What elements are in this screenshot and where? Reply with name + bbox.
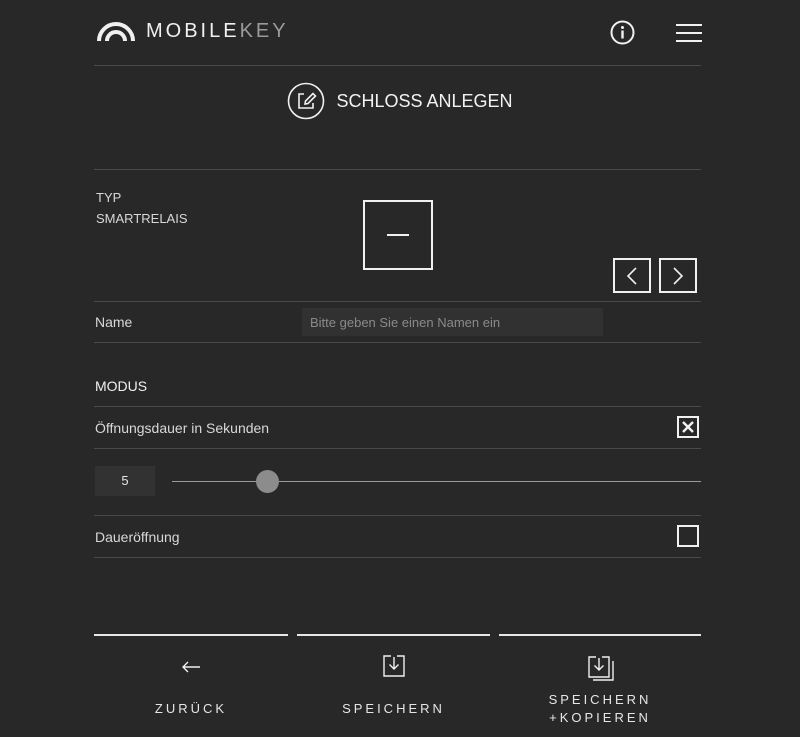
save-copy-icon — [588, 656, 614, 681]
x-mark-icon — [682, 421, 694, 433]
save-label: SPEICHERN — [342, 701, 445, 716]
slider-divider — [94, 515, 701, 516]
save-download-icon — [382, 655, 405, 677]
back-label: ZURÜCK — [154, 701, 228, 716]
save-button[interactable]: SPEICHERN — [297, 636, 490, 737]
duration-checkbox[interactable] — [677, 416, 699, 438]
type-prev-button[interactable] — [613, 258, 651, 293]
page-title: SCHLOSS ANLEGEN — [0, 82, 800, 120]
title-divider — [94, 169, 701, 170]
brand-name: MOBILEKEY — [146, 21, 289, 41]
page-title-text: SCHLOSS ANLEGEN — [336, 90, 513, 111]
permanent-checkbox[interactable] — [677, 525, 699, 547]
brand-name-primary: MOBILE — [146, 20, 240, 42]
type-divider — [94, 301, 701, 302]
permanent-label: Daueröffnung — [95, 529, 180, 545]
type-label: TYP — [96, 190, 122, 205]
name-divider — [94, 342, 701, 343]
back-button[interactable]: ZURÜCK — [94, 636, 288, 737]
mode-heading: MODUS — [95, 378, 148, 394]
save-copy-label-line1: SPEICHERN — [548, 692, 652, 707]
arc-logo-icon — [97, 22, 135, 42]
header-divider — [94, 65, 701, 66]
duration-divider — [94, 448, 701, 449]
duration-slider-track[interactable] — [172, 481, 701, 482]
edit-icon — [288, 82, 325, 120]
duration-slider-thumb[interactable] — [256, 470, 279, 493]
brand-name-secondary: KEY — [239, 20, 289, 42]
duration-value[interactable]: 5 — [95, 466, 155, 496]
type-info: TYP SMARTRELAIS — [96, 187, 188, 229]
mode-divider — [94, 406, 701, 407]
chevron-right-icon — [673, 266, 684, 285]
name-input[interactable] — [302, 308, 603, 336]
name-label: Name — [95, 314, 133, 330]
save-copy-label-line2: +KOPIEREN — [549, 710, 651, 725]
type-value: SMARTRELAIS — [96, 211, 188, 226]
type-next-button[interactable] — [659, 258, 697, 293]
info-icon — [610, 20, 635, 45]
chevron-left-icon — [626, 266, 637, 285]
relay-symbol — [387, 234, 409, 236]
menu-button[interactable] — [676, 22, 702, 44]
duration-label: Öffnungsdauer in Sekunden — [95, 420, 270, 436]
brand-logo[interactable]: MOBILEKEY — [96, 20, 289, 42]
arrow-left-icon — [182, 661, 200, 673]
info-button[interactable] — [610, 20, 635, 45]
permanent-divider — [94, 557, 701, 558]
save-copy-label: SPEICHERN +KOPIEREN — [499, 691, 701, 727]
save-copy-button[interactable]: SPEICHERN +KOPIEREN — [499, 636, 701, 737]
hamburger-menu-icon — [676, 24, 702, 42]
lock-type-icon — [363, 200, 433, 270]
